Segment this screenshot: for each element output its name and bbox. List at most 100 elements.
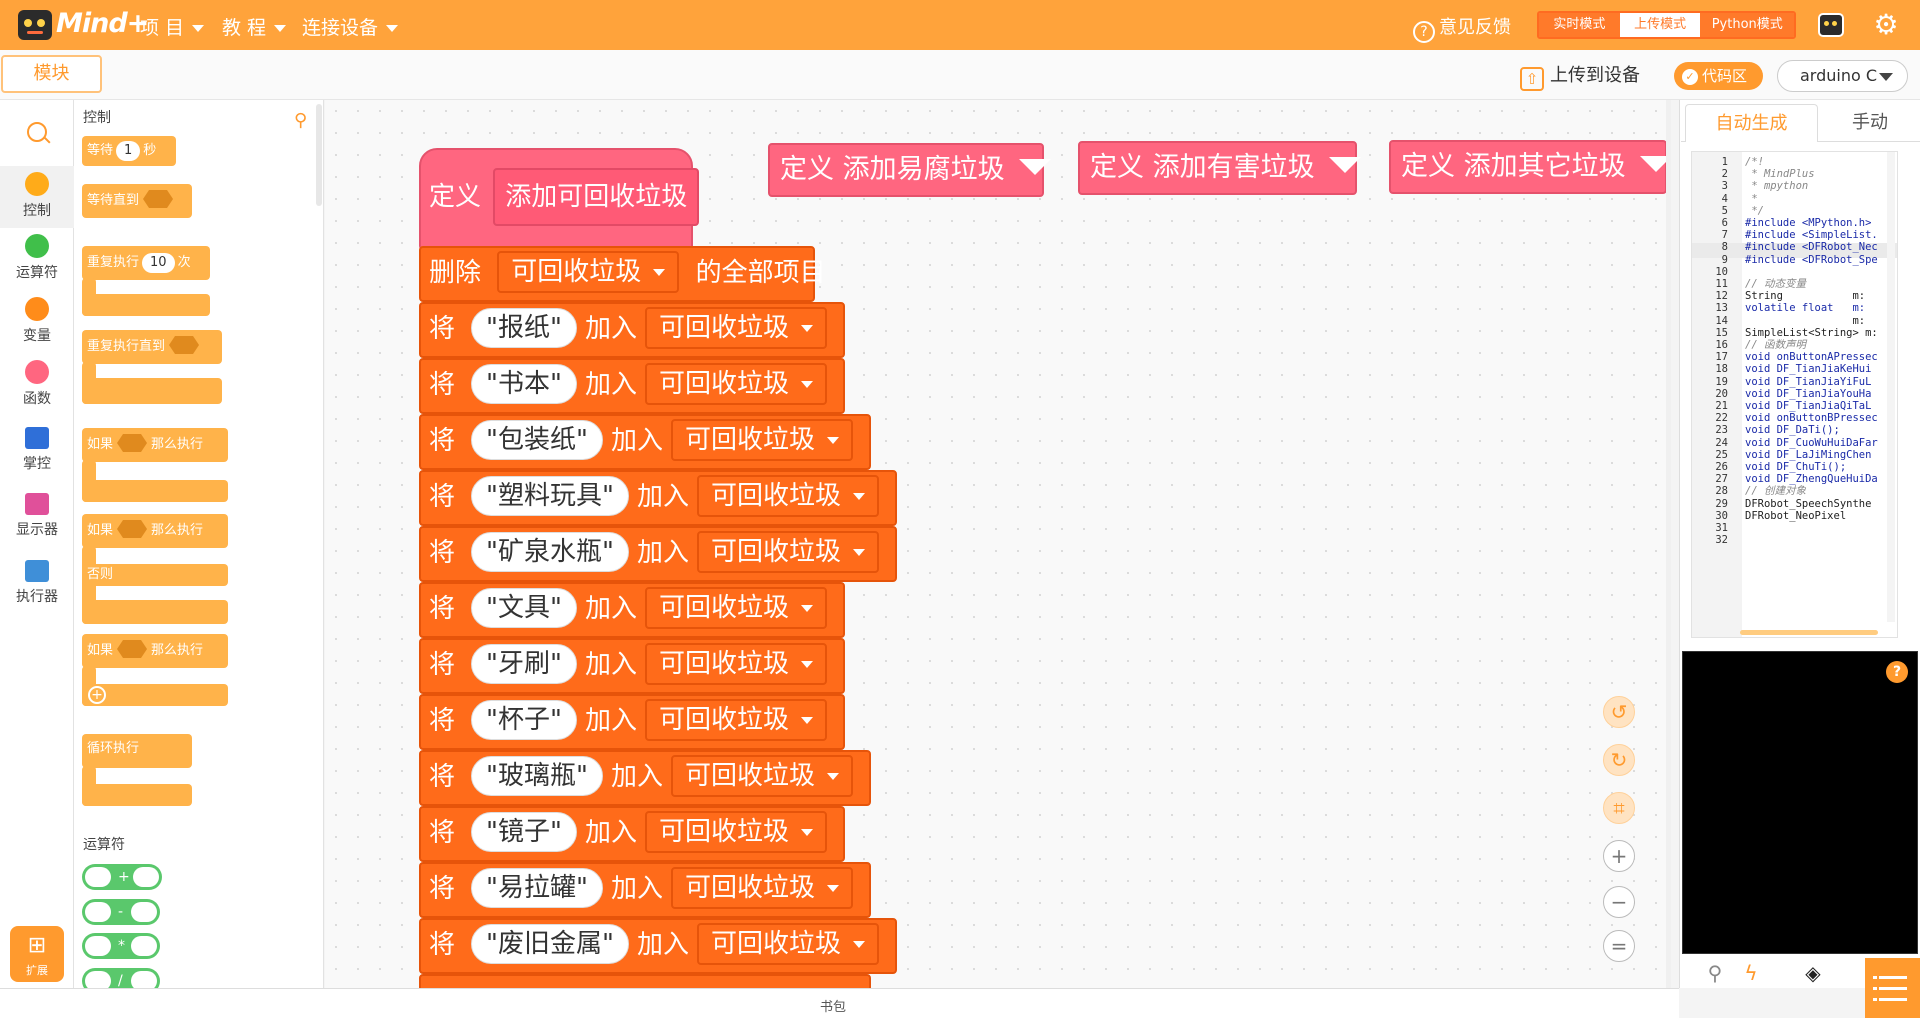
gear-icon[interactable]: ⚙ — [1872, 11, 1900, 39]
menu-connect-device[interactable]: 连接设备 — [302, 13, 399, 40]
list-dropdown[interactable]: 可回收垃圾 — [670, 867, 853, 909]
list-dropdown[interactable]: 可回收垃圾 — [497, 251, 680, 293]
usb-icon[interactable]: ⚲ — [1700, 958, 1730, 988]
string-input[interactable]: "玻璃瓶" — [471, 756, 603, 796]
string-input[interactable]: "塑料玩具" — [471, 476, 629, 516]
string-input[interactable]: "镜子" — [471, 812, 577, 852]
add-item-block[interactable]: 将 "玻璃瓶" 加入 可回收垃圾 — [419, 750, 871, 806]
feedback-button[interactable]: ? 意见反馈 — [1413, 13, 1511, 43]
string-input[interactable]: "牙刷" — [471, 644, 577, 684]
string-input[interactable]: "报纸" — [471, 308, 577, 348]
block-input[interactable]: 10 — [142, 253, 175, 273]
category-actuators[interactable]: 执行器 — [0, 554, 74, 616]
category-functions[interactable]: 函数 — [0, 354, 74, 416]
define-block-perishable[interactable]: 定义 添加易腐垃圾 — [768, 143, 1051, 197]
operand-slot[interactable] — [85, 936, 111, 956]
flyout-scrollbar[interactable] — [316, 104, 322, 206]
operand-slot[interactable] — [131, 902, 157, 922]
string-input[interactable]: "易拉罐" — [471, 868, 603, 908]
block-add[interactable]: + — [82, 864, 162, 890]
add-item-block[interactable]: 将 "文具" 加入 可回收垃圾 — [419, 582, 845, 638]
list-dropdown[interactable]: 可回收垃圾 — [644, 811, 827, 853]
string-input[interactable]: "文具" — [471, 588, 577, 628]
string-input[interactable]: "杯子" — [471, 700, 577, 740]
code-area-toggle[interactable]: ✓ 代码区 — [1674, 62, 1763, 90]
code-horizontal-scrollbar[interactable] — [1740, 630, 1878, 635]
block-subtract[interactable]: - — [82, 899, 160, 925]
search-icon[interactable] — [27, 122, 47, 142]
delete-all-items-block[interactable]: 删除 可回收垃圾 的全部项目 — [419, 246, 826, 302]
block-if-then[interactable]: 如果 那么执行 — [82, 428, 228, 462]
extensions-button[interactable]: ⊞ 扩展 — [10, 926, 64, 982]
add-item-block[interactable]: 将 "书本" 加入 可回收垃圾 — [419, 358, 845, 414]
block-wait-until[interactable]: 等待直到 — [82, 184, 192, 218]
upload-to-device-button[interactable]: ⇧ 上传到设备 — [1520, 61, 1640, 91]
plus-circle-icon[interactable]: + — [88, 686, 106, 704]
list-dropdown[interactable]: 可回收垃圾 — [644, 699, 827, 741]
string-input[interactable]: "书本" — [471, 364, 577, 404]
string-input[interactable]: "包装纸" — [471, 420, 603, 460]
add-item-block[interactable]: 将 "牙刷" 加入 可回收垃圾 — [419, 638, 845, 694]
list-dropdown[interactable]: 可回收垃圾 — [644, 307, 827, 349]
category-display[interactable]: 显示器 — [0, 487, 74, 549]
help-icon[interactable]: ? — [1886, 661, 1908, 683]
add-item-block[interactable]: 将 "镜子" 加入 可回收垃圾 — [419, 806, 845, 862]
tab-auto-generate[interactable]: 自动生成 — [1685, 104, 1818, 142]
add-item-block[interactable]: 将 "杯子" 加入 可回收垃圾 — [419, 694, 845, 750]
zoom-in-icon[interactable]: + — [1603, 840, 1635, 872]
operand-slot[interactable] — [85, 867, 111, 887]
pin-icon[interactable]: ⚲ — [294, 110, 307, 131]
serial-monitor[interactable]: ? — [1682, 651, 1918, 954]
mode-realtime[interactable]: 实时模式 — [1539, 13, 1620, 37]
string-input[interactable]: "废旧金属" — [471, 924, 629, 964]
backpack-bar[interactable]: 书包 — [0, 988, 1679, 1018]
redo-icon[interactable]: ↻ — [1603, 744, 1635, 776]
zoom-out-icon[interactable]: − — [1603, 886, 1635, 918]
menu-list-icon[interactable] — [1865, 958, 1920, 1018]
code-vertical-scrollbar[interactable] — [1887, 152, 1895, 622]
category-operators[interactable]: 运算符 — [0, 228, 74, 290]
list-dropdown[interactable]: 可回收垃圾 — [644, 363, 827, 405]
operand-slot[interactable] — [131, 971, 157, 988]
block-if-then-mutator[interactable]: 如果 那么执行 — [82, 634, 228, 668]
code-editor[interactable]: 1/*! 2 * MindPlus 3 * mpython 4 * 5 */6 #incl… — [1691, 151, 1898, 638]
add-item-block[interactable]: 将 "矿泉水瓶" 加入 可回收垃圾 — [419, 526, 897, 582]
define-block-hazardous[interactable]: 定义 添加有害垃圾 — [1078, 141, 1361, 195]
block-if-else[interactable]: 如果 那么执行 — [82, 514, 228, 548]
menu-tutorial[interactable]: 教 程 — [222, 13, 287, 40]
dropdown-triangle-icon[interactable] — [1018, 159, 1051, 175]
operand-slot[interactable] — [85, 902, 111, 922]
define-block-recyclable[interactable]: 定义 添加可回收垃圾 — [419, 148, 700, 250]
list-dropdown[interactable]: 可回收垃圾 — [670, 419, 853, 461]
block-multiply[interactable]: * — [82, 933, 160, 959]
add-item-block[interactable]: 将 "废旧金属" 加入 可回收垃圾 — [419, 918, 897, 974]
block-repeat[interactable]: 重复执行 10 次 — [82, 246, 210, 280]
category-variables[interactable]: 变量 — [0, 291, 74, 353]
operand-slot[interactable] — [131, 936, 157, 956]
list-dropdown[interactable]: 可回收垃圾 — [644, 587, 827, 629]
blocks-tab[interactable]: 模块 — [1, 55, 102, 93]
crop-icon[interactable]: ⌗ — [1603, 792, 1635, 824]
block-workspace[interactable]: 定义 添加可回收垃圾 定义 添加易腐垃圾 定义 添加有害垃圾 定义 添加其它垃圾… — [325, 100, 1671, 988]
category-control[interactable]: 控制 — [0, 166, 74, 228]
block-forever[interactable]: 循环执行 — [82, 734, 192, 768]
workspace-scrollbar[interactable] — [1666, 100, 1671, 988]
menu-project[interactable]: 项 目 — [140, 13, 205, 40]
operand-slot[interactable] — [133, 867, 159, 887]
list-dropdown[interactable]: 可回收垃圾 — [696, 475, 879, 517]
list-dropdown[interactable]: 可回收垃圾 — [644, 643, 827, 685]
block-divide[interactable]: / — [82, 968, 160, 988]
list-dropdown[interactable]: 可回收垃圾 — [670, 755, 853, 797]
zoom-reset-icon[interactable]: = — [1603, 930, 1635, 962]
add-item-block[interactable]: 将 "塑料玩具" 加入 可回收垃圾 — [419, 470, 897, 526]
mode-python[interactable]: Python模式 — [1700, 13, 1794, 37]
block-wait[interactable]: 等待 1 秒 — [82, 136, 176, 166]
add-item-block[interactable]: 将 "易拉罐" 加入 可回收垃圾 — [419, 862, 871, 918]
mode-upload[interactable]: 上传模式 — [1619, 13, 1701, 37]
undo-icon[interactable]: ↺ — [1603, 696, 1635, 728]
eraser-icon[interactable]: ◈ — [1798, 958, 1828, 988]
tab-manual[interactable]: 手动 — [1821, 104, 1919, 142]
mindplus-logo[interactable]: Mind+ — [18, 8, 156, 42]
block-repeat-until[interactable]: 重复执行直到 — [82, 330, 222, 364]
block-input[interactable]: 1 — [116, 141, 141, 161]
